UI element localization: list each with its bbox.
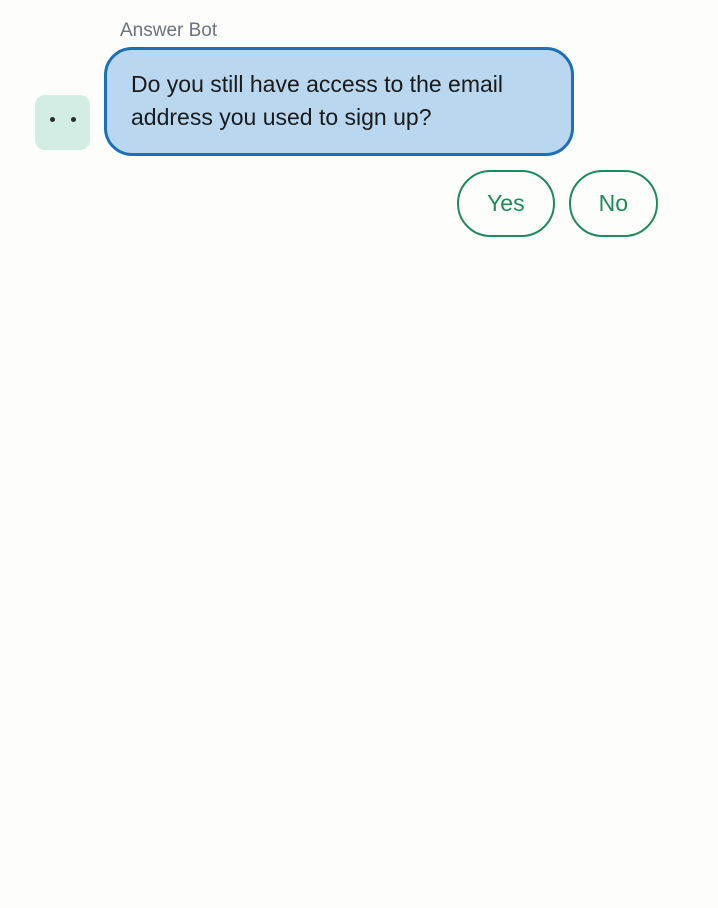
message-row: Do you still have access to the email ad…: [35, 47, 683, 156]
bot-message-bubble: Do you still have access to the email ad…: [104, 47, 574, 156]
bot-message-text: Do you still have access to the email ad…: [131, 71, 503, 130]
yes-button[interactable]: Yes: [457, 170, 555, 237]
chat-container: Answer Bot Do you still have access to t…: [35, 20, 683, 237]
no-button[interactable]: No: [569, 170, 658, 237]
bot-avatar: [35, 95, 90, 150]
response-options: Yes No: [35, 170, 683, 237]
bot-name-label: Answer Bot: [120, 20, 683, 42]
bot-face-icon: [50, 117, 76, 122]
